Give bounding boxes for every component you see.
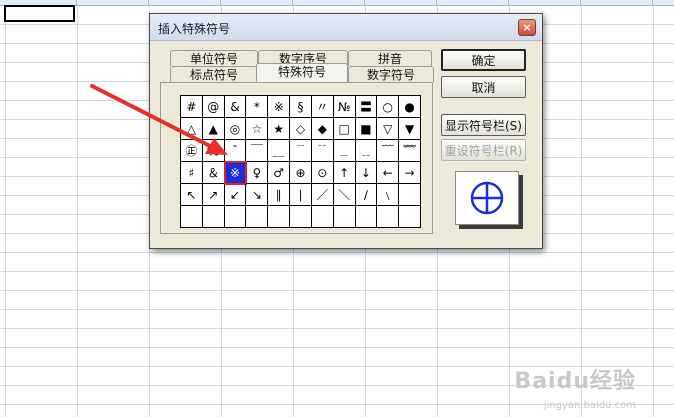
symbol-cell[interactable]: ▲ [202,118,225,140]
symbol-cell[interactable]: ◎ [224,118,247,140]
symbol-cell[interactable]: ﹌ [399,140,421,162]
tab-pinyin[interactable]: 拼音 [348,50,432,66]
symbol-cell[interactable]: □ [333,118,356,140]
symbol-cell[interactable]: * [246,96,269,118]
symbol-cell[interactable] [399,184,421,206]
tab-unit-symbols[interactable]: 单位符号 [170,50,258,66]
close-button[interactable]: × [518,19,536,36]
tab-special-symbols[interactable]: 特殊符号 [256,63,348,82]
symbol-cell[interactable]: ↗ [202,184,225,206]
symbol-cell[interactable]: ★ [268,118,291,140]
symbol-cell[interactable]: ⊕ [290,162,312,184]
symbol-cell[interactable]: → [399,162,421,184]
symbol-cell[interactable]: ＼ [333,184,356,206]
symbol-cell[interactable]: ↖ [181,184,203,206]
symbol-cell[interactable]: △ [181,118,203,140]
symbol-cell[interactable]: ﹎ [355,140,378,162]
baidu-watermark: Baidu经验 [514,369,636,394]
symbol-cell[interactable]: ▼ [399,118,421,140]
tab-punctuation[interactable]: 标点符号 [170,66,258,82]
show-toolbar-button[interactable]: 显示符号栏(S) [441,114,526,136]
symbol-grid[interactable]: # @ & * ※ § 〃 № 〓 ○ ● △ ▲ ◎ ☆ ★ ◇ ◆ □ ■ ▽ ▼ ㊣ ℅ ˉ ￣ ＿ ﹉ ﹊ ﹍ ﹎ ﹋ ﹌ ♯ ＆ ※ ♀ ♂ ⊕ ⊙… [180,95,421,228]
symbol-cell[interactable] [355,206,378,228]
ok-button[interactable]: 确定 [441,49,526,71]
symbol-cell[interactable]: ￣ [246,140,269,162]
symbol-cell[interactable]: ♯ [181,162,203,184]
symbol-cell[interactable]: ﹍ [333,140,356,162]
symbol-cell[interactable]: ☆ [246,118,269,140]
symbol-cell[interactable]: ℅ [202,140,225,162]
symbol-cell[interactable] [311,206,334,228]
symbol-cell[interactable] [333,206,356,228]
symbol-cell[interactable]: ﹉ [290,140,312,162]
symbol-cell[interactable]: ＿ [268,140,291,162]
symbol-cell[interactable]: ● [399,96,421,118]
symbol-cell[interactable]: ♂ [268,162,291,184]
symbol-cell[interactable]: ↙ [224,184,247,206]
symbol-cell[interactable] [181,206,203,228]
symbol-cell[interactable]: ↓ [355,162,378,184]
symbol-cell[interactable]: ◇ [290,118,312,140]
symbol-cell[interactable]: ♀ [246,162,269,184]
symbol-cell[interactable]: ⊙ [311,162,334,184]
symbol-cell[interactable]: ﹋ [377,140,400,162]
symbol-cell[interactable]: ▽ [377,118,400,140]
symbol-cell[interactable]: ㊣ [181,140,203,162]
active-cell[interactable] [4,5,75,22]
symbol-cell[interactable]: ◆ [311,118,334,140]
symbol-cell[interactable]: ﹨ [377,184,400,206]
cancel-button[interactable]: 取消 [441,76,526,98]
symbol-cell[interactable]: 〃 [311,96,334,118]
symbol-cell[interactable]: @ [202,96,225,118]
symbol-cell[interactable] [290,206,312,228]
symbol-cell[interactable] [377,206,400,228]
symbol-preview [455,171,519,225]
symbol-cell[interactable]: 〓 [355,96,378,118]
symbol-cell[interactable]: ˉ [224,140,247,162]
column-header-strip [0,0,674,6]
symbol-cell[interactable]: ＆ [202,162,225,184]
symbol-cell[interactable]: ﹊ [311,140,334,162]
symbol-cell[interactable]: ↘ [246,184,269,206]
reset-toolbar-button: 重设符号栏(R) [441,139,526,161]
symbol-cell[interactable]: ○ [377,96,400,118]
symbol-cell[interactable] [224,206,247,228]
symbol-cell-selected[interactable]: ※ [223,161,248,185]
dialog-titlebar[interactable]: 插入特殊符号 × [150,14,542,41]
symbol-cell[interactable]: ／ [311,184,334,206]
symbol-cell[interactable]: ※ [268,96,291,118]
symbol-cell[interactable]: § [290,96,312,118]
dialog-title: 插入特殊符号 [158,22,231,36]
symbol-cell[interactable]: ∣ [290,184,312,206]
symbol-cell[interactable]: # [181,96,203,118]
tab-numeric-symbols[interactable]: 数字符号 [348,66,434,82]
symbol-cell[interactable]: ∕ [355,184,378,206]
preview-circle-plus-icon [470,181,504,215]
symbol-cell[interactable]: ■ [355,118,378,140]
watermark-url: jingyan.baidu.com [543,400,636,411]
symbol-cell[interactable]: & [224,96,247,118]
symbol-cell[interactable] [268,206,291,228]
symbol-cell[interactable]: ← [377,162,400,184]
symbol-cell[interactable]: ↑ [333,162,356,184]
symbol-cell[interactable] [246,206,269,228]
insert-special-symbol-dialog: 插入特殊符号 × 单位符号 数字序号 拼音 标点符号 特殊符号 数字符号 # @ &… [149,13,543,249]
symbol-cell[interactable]: № [333,96,356,118]
symbol-cell[interactable] [202,206,225,228]
symbol-cell[interactable] [399,206,421,228]
symbol-cell[interactable]: ∥ [268,184,291,206]
